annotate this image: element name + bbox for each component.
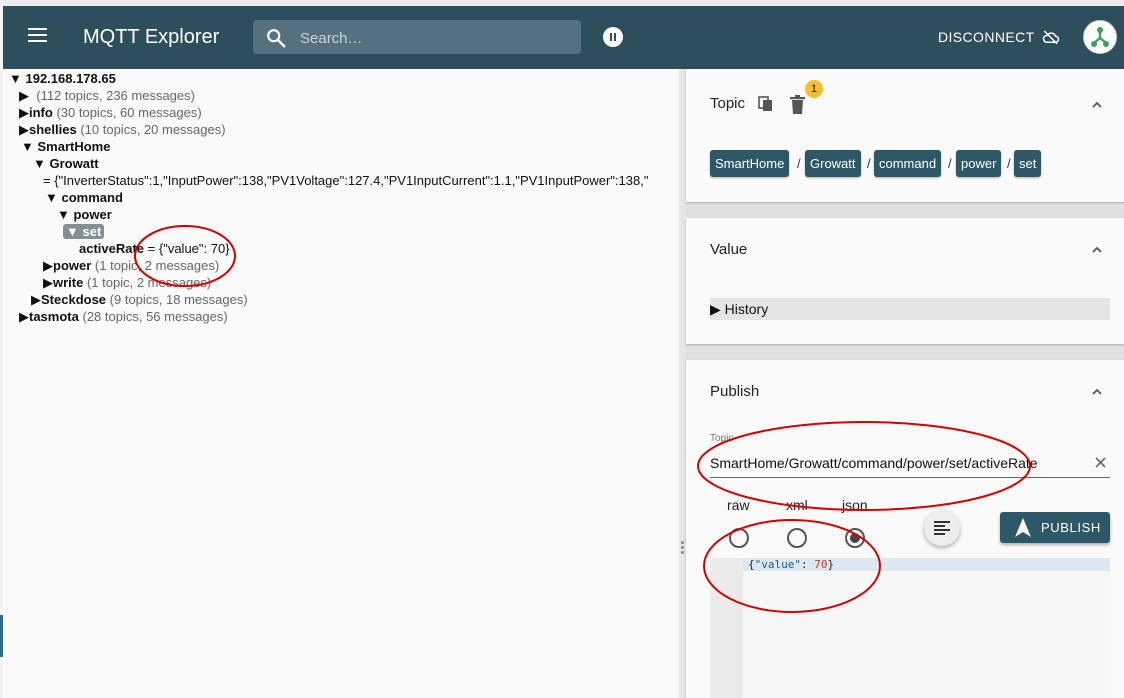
tree-node-unnamed[interactable]: ▶ (112 topics, 236 messages) bbox=[19, 87, 195, 104]
breadcrumb-set[interactable]: set bbox=[1014, 150, 1042, 177]
tree-node-smarthome[interactable]: ▼ SmartHome bbox=[21, 138, 110, 155]
cloud-off-icon[interactable] bbox=[1042, 29, 1060, 45]
tree-node-info[interactable]: ▶info (30 topics, 60 messages) bbox=[19, 104, 202, 121]
breadcrumb-growatt[interactable]: Growatt bbox=[805, 150, 861, 177]
editor-gutter bbox=[710, 558, 743, 698]
publish-button[interactable]: PUBLISH bbox=[1000, 512, 1110, 543]
history-toggle[interactable]: ▶ History bbox=[710, 298, 1110, 320]
editor-json-number: 70 bbox=[814, 558, 828, 571]
format-radio-json[interactable] bbox=[845, 528, 865, 548]
payload-editor[interactable] bbox=[710, 558, 1110, 698]
pause-icon[interactable] bbox=[603, 27, 623, 47]
delete-icon[interactable] bbox=[789, 95, 806, 115]
delete-count-badge: 1 bbox=[805, 80, 823, 98]
editor-json-key: "value" bbox=[754, 558, 801, 571]
drag-handle-icon[interactable] bbox=[681, 541, 684, 555]
tree-node-activerate[interactable]: activeRate = {"value": 70} bbox=[79, 240, 230, 257]
publish-card-title: Publish bbox=[710, 383, 760, 400]
tree-node-power[interactable]: ▶power (1 topic, 2 messages) bbox=[43, 257, 219, 274]
tree-node-steckdose[interactable]: ▶Steckdose (9 topics, 18 messages) bbox=[31, 291, 248, 308]
format-code-button[interactable] bbox=[924, 510, 960, 546]
panel-splitter[interactable] bbox=[679, 69, 686, 698]
tree-node-tasmota[interactable]: ▶tasmota (28 topics, 56 messages) bbox=[19, 308, 228, 325]
topic-field-label: Topic bbox=[710, 433, 734, 444]
topic-card-title: Topic bbox=[710, 95, 746, 112]
breadcrumb-separator: / bbox=[867, 156, 871, 171]
topic-card bbox=[686, 69, 1124, 202]
publish-topic-input[interactable] bbox=[710, 451, 1090, 475]
value-card bbox=[686, 218, 1124, 344]
format-radio-raw[interactable] bbox=[729, 528, 749, 548]
breadcrumb-separator: / bbox=[948, 156, 952, 171]
menu-icon[interactable] bbox=[28, 28, 50, 46]
tree-value-growatt: = {"InverterStatus":1,"InputPower":138,"… bbox=[43, 173, 649, 188]
disconnect-button[interactable]: DISCONNECT bbox=[938, 29, 1035, 45]
value-card-title: Value bbox=[710, 241, 748, 258]
format-label-json: json bbox=[842, 497, 868, 513]
breadcrumb-smarthome[interactable]: SmartHome bbox=[710, 150, 790, 177]
topic-tree bbox=[3, 69, 679, 698]
app-title: MQTT Explorer bbox=[83, 26, 220, 48]
tree-root[interactable]: ▼ 192.168.178.65 bbox=[9, 70, 116, 87]
format-radio-xml[interactable] bbox=[787, 528, 807, 548]
topic-input-underline bbox=[710, 477, 1110, 478]
format-label-xml: xml bbox=[786, 497, 808, 513]
tree-node-power-inner[interactable]: ▼ power bbox=[57, 206, 112, 223]
tree-node-growatt[interactable]: ▼ Growatt bbox=[33, 155, 99, 172]
tree-node-command[interactable]: ▼ command bbox=[45, 189, 123, 206]
chevron-up-icon[interactable] bbox=[1092, 387, 1102, 397]
editor-content[interactable]: {"value": 70} bbox=[748, 558, 834, 571]
search-input[interactable] bbox=[298, 22, 572, 54]
chevron-up-icon[interactable] bbox=[1092, 100, 1102, 110]
tree-node-set[interactable]: ▼ set bbox=[63, 223, 105, 240]
breadcrumb-command[interactable]: command bbox=[874, 150, 942, 177]
copy-icon[interactable] bbox=[757, 95, 775, 113]
breadcrumb-separator: / bbox=[1007, 156, 1011, 171]
search-icon bbox=[267, 29, 286, 48]
tree-node-shellies[interactable]: ▶shellies (10 topics, 20 messages) bbox=[19, 121, 226, 138]
chevron-up-icon[interactable] bbox=[1092, 245, 1102, 255]
broker-logo-icon[interactable] bbox=[1083, 20, 1117, 54]
navigation-arrow-icon bbox=[1015, 518, 1031, 537]
clear-icon[interactable] bbox=[1095, 457, 1106, 468]
breadcrumb-power[interactable]: power bbox=[956, 150, 1002, 177]
breadcrumb-separator: / bbox=[797, 156, 801, 171]
tree-node-write[interactable]: ▶write (1 topic, 2 messages) bbox=[43, 274, 211, 291]
format-label-raw: raw bbox=[727, 497, 750, 513]
align-left-icon bbox=[934, 521, 950, 535]
